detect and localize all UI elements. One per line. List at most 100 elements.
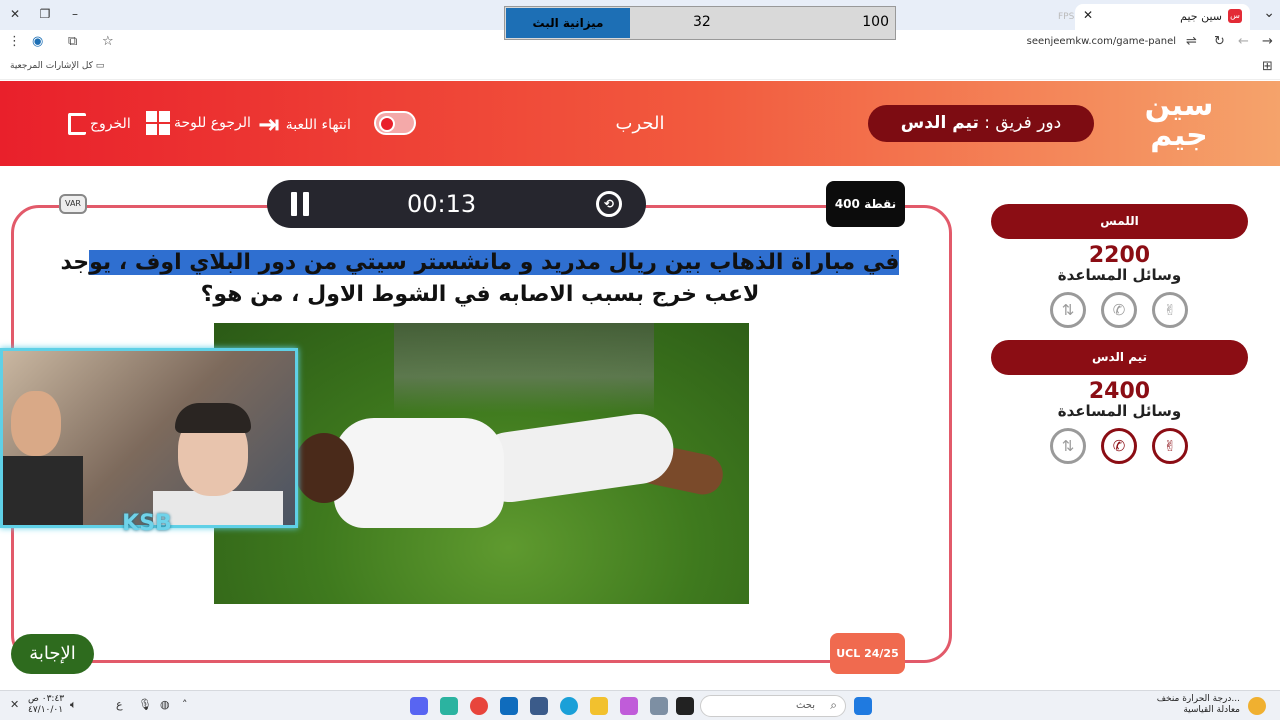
close-tab-icon[interactable]: ✕ bbox=[1083, 8, 1093, 22]
timer-bar: 00:13 ⟲ bbox=[267, 180, 646, 228]
answer-button[interactable]: الإجابة bbox=[11, 634, 94, 674]
tab-title: سين جيم bbox=[1180, 10, 1222, 23]
phone-icon[interactable]: ✆ bbox=[1101, 292, 1137, 328]
language-indicator[interactable]: ع bbox=[116, 698, 123, 711]
url-field[interactable]: seenjeemkw.com/game-panel bbox=[1027, 36, 1176, 47]
person-right-hair-shape bbox=[175, 403, 251, 433]
notification-close-icon[interactable]: ✕ bbox=[10, 698, 19, 711]
all-bookmarks-link[interactable]: كل الإشارات المرجعية ▭ bbox=[10, 61, 104, 71]
turn-prefix: دور فريق : bbox=[984, 113, 1062, 133]
background-players-shape bbox=[394, 323, 654, 413]
exit-door-icon bbox=[68, 113, 86, 135]
site-settings-icon[interactable]: ⇌ bbox=[1186, 34, 1197, 49]
peace-hand-icon[interactable]: ✌ bbox=[1152, 292, 1188, 328]
board-grid-icon bbox=[146, 111, 170, 135]
swap-phone-icon[interactable]: ⇅ bbox=[1050, 292, 1086, 328]
team-card-2: تيم الدس 2400 وسائل المساعدة ⇅ ✆ ✌ bbox=[991, 340, 1248, 472]
network-icon[interactable]: ◍ bbox=[160, 698, 170, 711]
budget-label: ميزانية البث bbox=[506, 8, 630, 38]
team-card-1: اللمس 2200 وسائل المساعدة ⇅ ✆ ✌ bbox=[991, 204, 1248, 336]
budget-value-a: 32 bbox=[693, 14, 711, 30]
tab-menu-icon[interactable]: ⌄ bbox=[1263, 5, 1275, 21]
bookmarks-bar: كل الإشارات المرجعية ▭ ⊞ bbox=[0, 56, 1280, 80]
outlook-icon[interactable] bbox=[500, 697, 518, 715]
end-game-label: انتهاء اللعبة bbox=[285, 117, 351, 133]
microphone-icon[interactable]: 🎙︎ bbox=[138, 698, 152, 711]
weather-line-1: درجة الحرارة منخف... bbox=[1156, 694, 1240, 704]
team-aids-label: وسائل المساعدة bbox=[1057, 402, 1182, 420]
apps-grid-icon[interactable]: ⊞ bbox=[1262, 59, 1273, 74]
seen-jeem-logo: سين جيم bbox=[1144, 88, 1214, 153]
pause-icon[interactable] bbox=[291, 192, 309, 216]
fps-label: FPS bbox=[1058, 12, 1075, 22]
windows-taskbar: ✕ ٠٣:٤٣ ص ٤٧/١٠/٠١ 🔈︎ ع 🎙︎ ◍ ˄ بحث ⌕ درج… bbox=[0, 690, 1280, 720]
current-turn-badge: دور فريق : تيم الدس bbox=[868, 105, 1094, 142]
edge-icon[interactable] bbox=[560, 697, 578, 715]
category-title: الحرب bbox=[615, 113, 665, 134]
windows-start-icon[interactable] bbox=[854, 697, 872, 715]
exit-label: الخروج bbox=[90, 116, 131, 132]
back-icon[interactable]: → bbox=[1262, 34, 1273, 49]
taskbar-clock[interactable]: ٠٣:٤٣ ص ٤٧/١٠/٠١ bbox=[28, 694, 64, 716]
back-to-board-button[interactable]: الرجوع للوحة bbox=[146, 111, 251, 135]
team-aids: ⇅ ✆ ✌ bbox=[991, 292, 1248, 336]
app-teal-icon[interactable] bbox=[440, 697, 458, 715]
menu-dots-icon[interactable]: ⋮ bbox=[8, 34, 21, 49]
copilot-icon[interactable] bbox=[620, 697, 638, 715]
end-game-toggle[interactable] bbox=[374, 111, 416, 135]
file-explorer-icon[interactable] bbox=[590, 697, 608, 715]
end-game-button[interactable]: ⇥ انتهاء اللعبة bbox=[258, 110, 351, 140]
points-badge: 400 نقطة bbox=[826, 181, 905, 227]
weather-icon bbox=[1248, 697, 1266, 715]
person-left-face-shape bbox=[11, 391, 61, 456]
swap-phone-icon[interactable]: ⇅ bbox=[1050, 428, 1086, 464]
team-score: 2400 bbox=[1088, 379, 1151, 404]
team-score: 2200 bbox=[1088, 243, 1151, 268]
store-icon[interactable] bbox=[530, 697, 548, 715]
bookmark-star-icon[interactable]: ☆ bbox=[102, 34, 114, 49]
team-name: اللمس bbox=[991, 204, 1248, 239]
photos-icon[interactable] bbox=[650, 697, 668, 715]
taskbar-search[interactable]: بحث ⌕ bbox=[700, 695, 846, 717]
browser-tab[interactable]: س سين جيم ✕ bbox=[1075, 4, 1250, 30]
close-window-icon[interactable]: ✕ bbox=[4, 5, 26, 23]
arrow-right-bar-icon: ⇥ bbox=[258, 110, 280, 140]
minimize-window-icon[interactable]: – bbox=[64, 5, 86, 23]
clock-time: ٠٣:٤٣ ص bbox=[28, 694, 65, 704]
extensions-icon[interactable]: ⧉ bbox=[68, 34, 77, 49]
discord-icon[interactable] bbox=[410, 697, 428, 715]
search-placeholder: بحث bbox=[795, 700, 815, 711]
game-header: الخروج الرجوع للوحة ⇥ انتهاء اللعبة الحر… bbox=[0, 81, 1280, 166]
terminal-icon[interactable] bbox=[676, 697, 694, 715]
person-left-shape bbox=[3, 456, 83, 525]
stream-budget-overlay: ميزانية البث 32 100 bbox=[504, 6, 896, 40]
all-bookmarks-label: كل الإشارات المرجعية bbox=[10, 61, 93, 71]
season-badge: UCL 24/25 bbox=[830, 633, 905, 674]
team-name: تيم الدس bbox=[991, 340, 1248, 375]
exit-button[interactable]: الخروج bbox=[68, 111, 131, 137]
question-text-highlighted: في مباراة الذهاب بين ريال مدريد و مانشست… bbox=[89, 250, 900, 275]
profile-icon[interactable]: ◉ bbox=[32, 34, 43, 49]
reload-icon[interactable]: ↻ bbox=[1214, 34, 1225, 49]
team-aids: ⇅ ✆ ✌ bbox=[991, 428, 1248, 472]
folder-icon: ▭ bbox=[95, 61, 105, 71]
var-badge: VAR bbox=[59, 194, 87, 214]
question-text: في مباراة الذهاب بين ريال مدريد و مانشست… bbox=[30, 247, 930, 311]
search-icon: ⌕ bbox=[830, 698, 837, 712]
volume-icon[interactable]: 🔈︎ bbox=[70, 698, 77, 712]
chrome-icon[interactable] bbox=[470, 697, 488, 715]
tray-chevron-icon[interactable]: ˄ bbox=[182, 698, 188, 711]
site-favicon-icon: س bbox=[1228, 9, 1242, 23]
streamer-logo: KSB bbox=[122, 511, 172, 536]
weather-line-2: معادلة القياسية bbox=[1183, 705, 1240, 715]
timer-display: 00:13 bbox=[407, 190, 477, 218]
reset-timer-icon[interactable]: ⟲ bbox=[596, 191, 622, 217]
forward-icon[interactable]: ← bbox=[1238, 34, 1249, 49]
player-shirt-shape bbox=[334, 418, 504, 528]
peace-hand-icon[interactable]: ✌ bbox=[1152, 428, 1188, 464]
player-head-shape bbox=[294, 433, 354, 503]
weather-widget[interactable]: درجة الحرارة منخف... معادلة القياسية bbox=[1157, 694, 1240, 716]
phone-icon[interactable]: ✆ bbox=[1101, 428, 1137, 464]
restore-window-icon[interactable]: ❐ bbox=[34, 5, 56, 23]
clock-date: ٤٧/١٠/٠١ bbox=[28, 705, 64, 715]
